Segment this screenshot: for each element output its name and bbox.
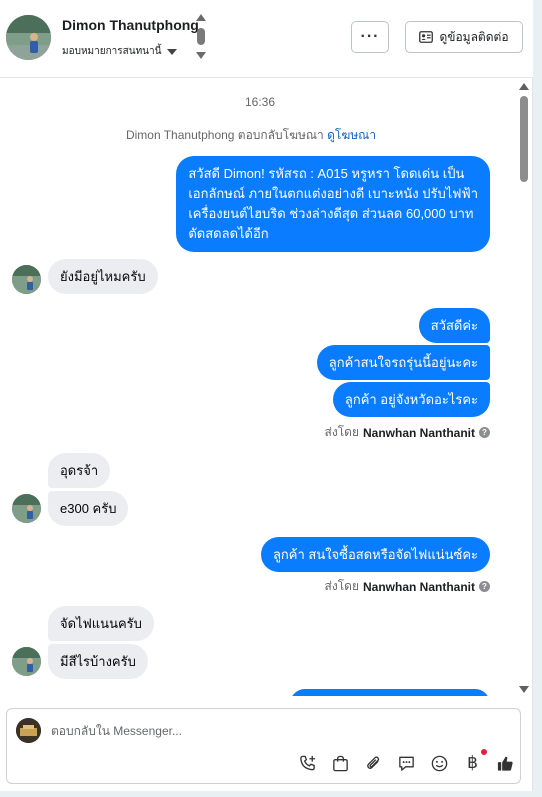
scroll-down-arrow-icon[interactable]: [519, 686, 529, 693]
message-bubble-incoming[interactable]: มีสีไรบ้างครับ: [48, 644, 148, 679]
customer-avatar[interactable]: [12, 647, 41, 676]
ad-reply-text: Dimon Thanutphong ตอบกลับโฆษณา: [125, 128, 324, 142]
thread-scrollbar[interactable]: [517, 80, 531, 696]
contact-card-icon: [419, 31, 434, 43]
baht-symbol: ฿: [467, 753, 478, 772]
reply-input[interactable]: [51, 721, 471, 741]
sent-by-prefix: ส่งโดย: [324, 579, 359, 593]
message-bubble-outgoing[interactable]: ลูกค้าสนใจรถรุ่นนี้อยู่นะคะ: [316, 345, 490, 380]
sent-by-label: ส่งโดย Nanwhan Nanthanit ?: [325, 577, 490, 596]
header-scroll-control[interactable]: [196, 14, 206, 60]
scroll-thumb[interactable]: [197, 28, 205, 45]
message-bubble-outgoing[interactable]: สวัสดีค่ะ: [418, 308, 490, 343]
assign-conversation-dropdown[interactable]: มอบหมายการสนทนานี้: [62, 44, 178, 59]
chevron-down-icon: [167, 48, 178, 55]
page-avatar: [16, 718, 41, 743]
message-bubble-outgoing[interactable]: ลูกค้า สนใจซื้อสดหรือจัดไฟแน่นซ์คะ: [260, 537, 490, 572]
sender-name: Nanwhan Nanthanit: [362, 425, 475, 440]
message-line: เครื่องยนต์ไฮบริด ช่วงล่างดีสุด ส่วนลด 6…: [188, 206, 474, 221]
message-thread[interactable]: 16:36 Dimon Thanutphong ตอบกลับโฆษณา ดูโ…: [0, 79, 516, 696]
message-bubble-incoming[interactable]: ยังมีอยู่ไหมครับ: [48, 259, 158, 294]
info-icon[interactable]: ?: [479, 581, 490, 592]
scroll-down-arrow-icon[interactable]: [196, 52, 206, 59]
conversation-header: Dimon Thanutphong มอบหมายการสนทนานี้ ···…: [0, 0, 533, 78]
reply-composer: ฿: [6, 708, 521, 784]
conversation-panel: Dimon Thanutphong มอบหมายการสนทนานี้ ···…: [0, 0, 533, 791]
more-options-button[interactable]: ···: [351, 21, 389, 53]
message-timestamp: 16:36: [244, 95, 276, 109]
message-line: สวัสดี Dimon! รหัสรถ : A015 หรูหรา โดดเด…: [188, 166, 465, 181]
message-line: เอกลักษณ์ ภายในตกแต่งอย่างดี เบาะหนัง ปร…: [188, 186, 478, 201]
sent-by-prefix: ส่งโดย: [324, 425, 359, 439]
message-bubble-incoming[interactable]: จัดไฟแนนครับ: [48, 606, 154, 641]
paperclip-icon[interactable]: [363, 753, 384, 774]
sent-by-label: ส่งโดย Nanwhan Nanthanit ?: [325, 423, 490, 442]
message-bubble-outgoing-partial[interactable]: [290, 689, 490, 696]
customer-avatar[interactable]: [12, 265, 41, 294]
message-bubble-incoming[interactable]: e300 ครับ: [48, 491, 129, 526]
call-plus-icon[interactable]: [297, 753, 318, 774]
scroll-up-arrow-icon[interactable]: [519, 83, 529, 90]
view-ad-link[interactable]: ดูโฆษณา: [327, 128, 376, 142]
scroll-thumb[interactable]: [520, 96, 528, 182]
message-line: ตัดสดลดได้อีก: [188, 226, 269, 241]
like-icon[interactable]: [495, 753, 516, 774]
view-contact-label: ดูข้อมูลติดต่อ: [439, 29, 509, 44]
contact-avatar[interactable]: [6, 15, 51, 60]
more-options-label: ···: [360, 28, 380, 45]
info-icon[interactable]: ?: [479, 427, 490, 438]
shopping-bag-icon[interactable]: [330, 753, 351, 774]
contact-name: Dimon Thanutphong: [62, 17, 199, 33]
baht-icon[interactable]: ฿: [462, 748, 487, 774]
scroll-up-arrow-icon[interactable]: [196, 14, 206, 21]
message-bubble-outgoing[interactable]: สวัสดี Dimon! รหัสรถ : A015 หรูหรา โดดเด…: [176, 156, 490, 252]
sender-name: Nanwhan Nanthanit: [362, 579, 475, 594]
emoji-icon[interactable]: [429, 753, 450, 774]
view-contact-button[interactable]: ดูข้อมูลติดต่อ: [405, 21, 523, 53]
message-bubble-incoming[interactable]: อุดรจ้า: [48, 453, 111, 488]
notification-dot: [481, 748, 487, 755]
saved-replies-icon[interactable]: [396, 753, 417, 774]
message-bubble-outgoing[interactable]: ลูกค้า อยู่จังหวัดอะไรคะ: [332, 382, 490, 417]
assign-label: มอบหมายการสนทนานี้: [62, 46, 162, 57]
composer-toolbar: ฿: [297, 748, 516, 774]
ad-reply-note: Dimon Thanutphong ตอบกลับโฆษณา ดูโฆษณา: [0, 126, 502, 145]
customer-avatar[interactable]: [12, 494, 41, 523]
